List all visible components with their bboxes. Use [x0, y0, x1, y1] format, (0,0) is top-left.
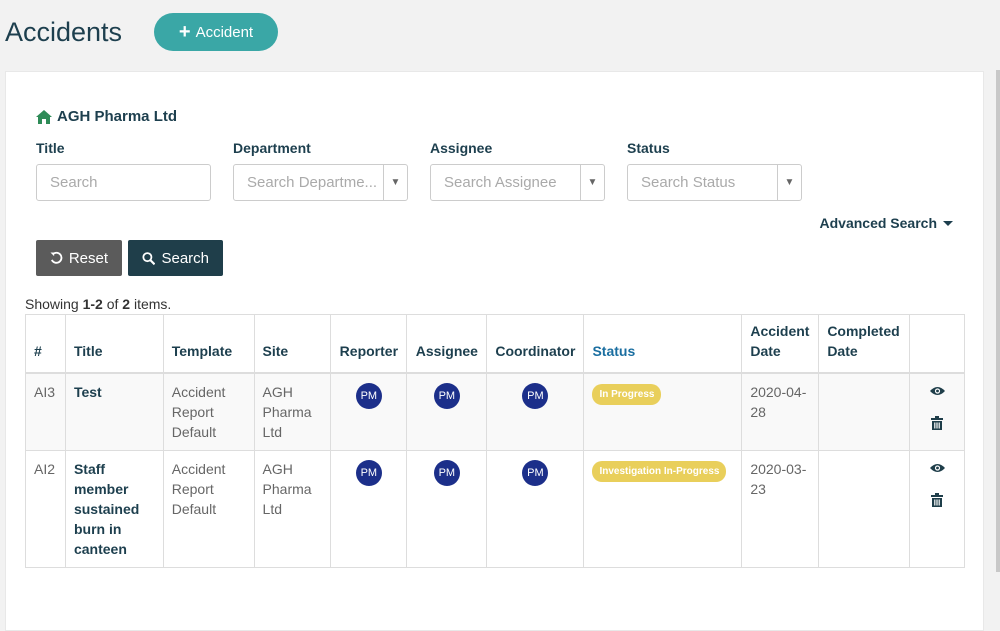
advanced-search-label: Advanced Search [819, 215, 938, 231]
assignee-filter-label: Assignee [430, 140, 493, 156]
table-header-row: # Title Template Site Reporter Assignee … [25, 314, 965, 374]
table-row: AI2 Staff member sustained burn in cante… [25, 449, 965, 568]
eye-icon[interactable] [929, 463, 945, 473]
col-header-num[interactable]: # [25, 314, 66, 374]
col-header-reporter[interactable]: Reporter [330, 314, 408, 374]
chevron-down-icon[interactable]: ▼ [383, 165, 407, 200]
advanced-search-toggle[interactable]: Advanced Search [819, 215, 953, 231]
cell-template: Accident Report Default [162, 372, 255, 451]
search-icon [142, 251, 156, 265]
col-header-assignee[interactable]: Assignee [406, 314, 488, 374]
company-breadcrumb[interactable]: AGH Pharma Ltd [36, 108, 177, 125]
department-filter-label: Department [233, 140, 311, 156]
plus-icon: + [178, 21, 191, 43]
cell-coordinator: PM [486, 449, 585, 568]
col-header-completed-date[interactable]: Completed Date [818, 314, 911, 374]
eye-icon[interactable] [929, 386, 945, 396]
cell-assignee: PM [406, 372, 488, 451]
company-name: AGH Pharma Ltd [57, 108, 178, 125]
main-card: AGH Pharma Ltd Title Department Search D… [5, 71, 984, 631]
col-header-site[interactable]: Site [253, 314, 332, 374]
summary-of: of [102, 296, 123, 312]
assignee-select[interactable]: Search Assignee ▼ [430, 164, 605, 201]
status-badge: Investigation In-Progress [592, 460, 727, 482]
status-filter: Status Search Status ▼ [627, 140, 802, 201]
results-summary: Showing 1-2 of 2 items. [25, 296, 171, 312]
status-select[interactable]: Search Status ▼ [627, 164, 802, 201]
undo-icon [50, 251, 63, 264]
assignee-select-placeholder: Search Assignee [444, 174, 557, 191]
table-row: AI3 Test Accident Report Default AGH Pha… [25, 372, 965, 451]
title-search-input[interactable] [36, 164, 211, 201]
cell-actions [909, 372, 965, 451]
chevron-down-icon[interactable]: ▼ [580, 165, 604, 200]
reset-button[interactable]: Reset [36, 240, 122, 276]
avatar[interactable]: PM [433, 459, 460, 486]
page-scrollbar[interactable] [996, 70, 1000, 572]
status-filter-label: Status [627, 140, 670, 156]
cell-template: Accident Report Default [162, 449, 255, 568]
cell-completed-date [818, 449, 911, 568]
summary-range: 1-2 [82, 296, 103, 312]
department-select-placeholder: Search Departme... [247, 174, 378, 191]
cell-assignee: PM [406, 449, 488, 568]
home-icon [36, 109, 52, 124]
col-header-status[interactable]: Status [583, 314, 743, 374]
cell-site: AGH Pharma Ltd [253, 449, 332, 568]
status-select-placeholder: Search Status [641, 174, 736, 191]
cell-title[interactable]: Test [64, 372, 164, 451]
department-filter: Department Search Departme... ▼ [233, 140, 408, 201]
reset-label: Reset [68, 249, 108, 267]
department-select[interactable]: Search Departme... ▼ [233, 164, 408, 201]
cell-status: Investigation In-Progress [583, 449, 743, 568]
summary-prefix: Showing [25, 296, 83, 312]
add-accident-button[interactable]: + Accident [154, 13, 278, 51]
col-header-template[interactable]: Template [162, 314, 255, 374]
accidents-table: # Title Template Site Reporter Assignee … [25, 314, 965, 568]
assignee-filter: Assignee Search Assignee ▼ [430, 140, 605, 201]
title-filter-label: Title [36, 140, 65, 156]
avatar[interactable]: PM [433, 382, 460, 409]
title-filter: Title [36, 140, 211, 201]
add-accident-label: Accident [195, 23, 254, 41]
cell-reporter: PM [330, 372, 408, 451]
caret-down-icon [943, 220, 953, 226]
cell-actions [909, 449, 965, 568]
trash-icon[interactable] [931, 492, 944, 507]
col-header-accident-date[interactable]: Accident Date [741, 314, 820, 374]
cell-accident-date: 2020-04-28 [741, 372, 820, 451]
status-badge: In Progress [592, 383, 662, 405]
chevron-down-icon[interactable]: ▼ [777, 165, 801, 200]
cell-coordinator: PM [486, 372, 585, 451]
summary-suffix: items. [130, 296, 172, 312]
cell-title[interactable]: Staff member sustained burn in canteen [64, 449, 164, 568]
avatar[interactable]: PM [355, 459, 382, 486]
trash-icon[interactable] [931, 415, 944, 430]
search-label: Search [161, 249, 209, 267]
avatar[interactable]: PM [522, 459, 549, 486]
cell-accident-date: 2020-03-23 [741, 449, 820, 568]
col-header-coordinator[interactable]: Coordinator [486, 314, 585, 374]
cell-id: AI2 [25, 449, 66, 568]
search-button[interactable]: Search [128, 240, 223, 276]
cell-completed-date [818, 372, 911, 451]
avatar[interactable]: PM [522, 382, 549, 409]
page-title: Accidents [5, 17, 123, 47]
cell-reporter: PM [330, 449, 408, 568]
col-header-actions [909, 314, 965, 374]
cell-id: AI3 [25, 372, 66, 451]
cell-status: In Progress [583, 372, 743, 451]
avatar[interactable]: PM [355, 382, 382, 409]
col-header-title[interactable]: Title [64, 314, 164, 374]
summary-total: 2 [122, 296, 131, 312]
cell-site: AGH Pharma Ltd [253, 372, 332, 451]
